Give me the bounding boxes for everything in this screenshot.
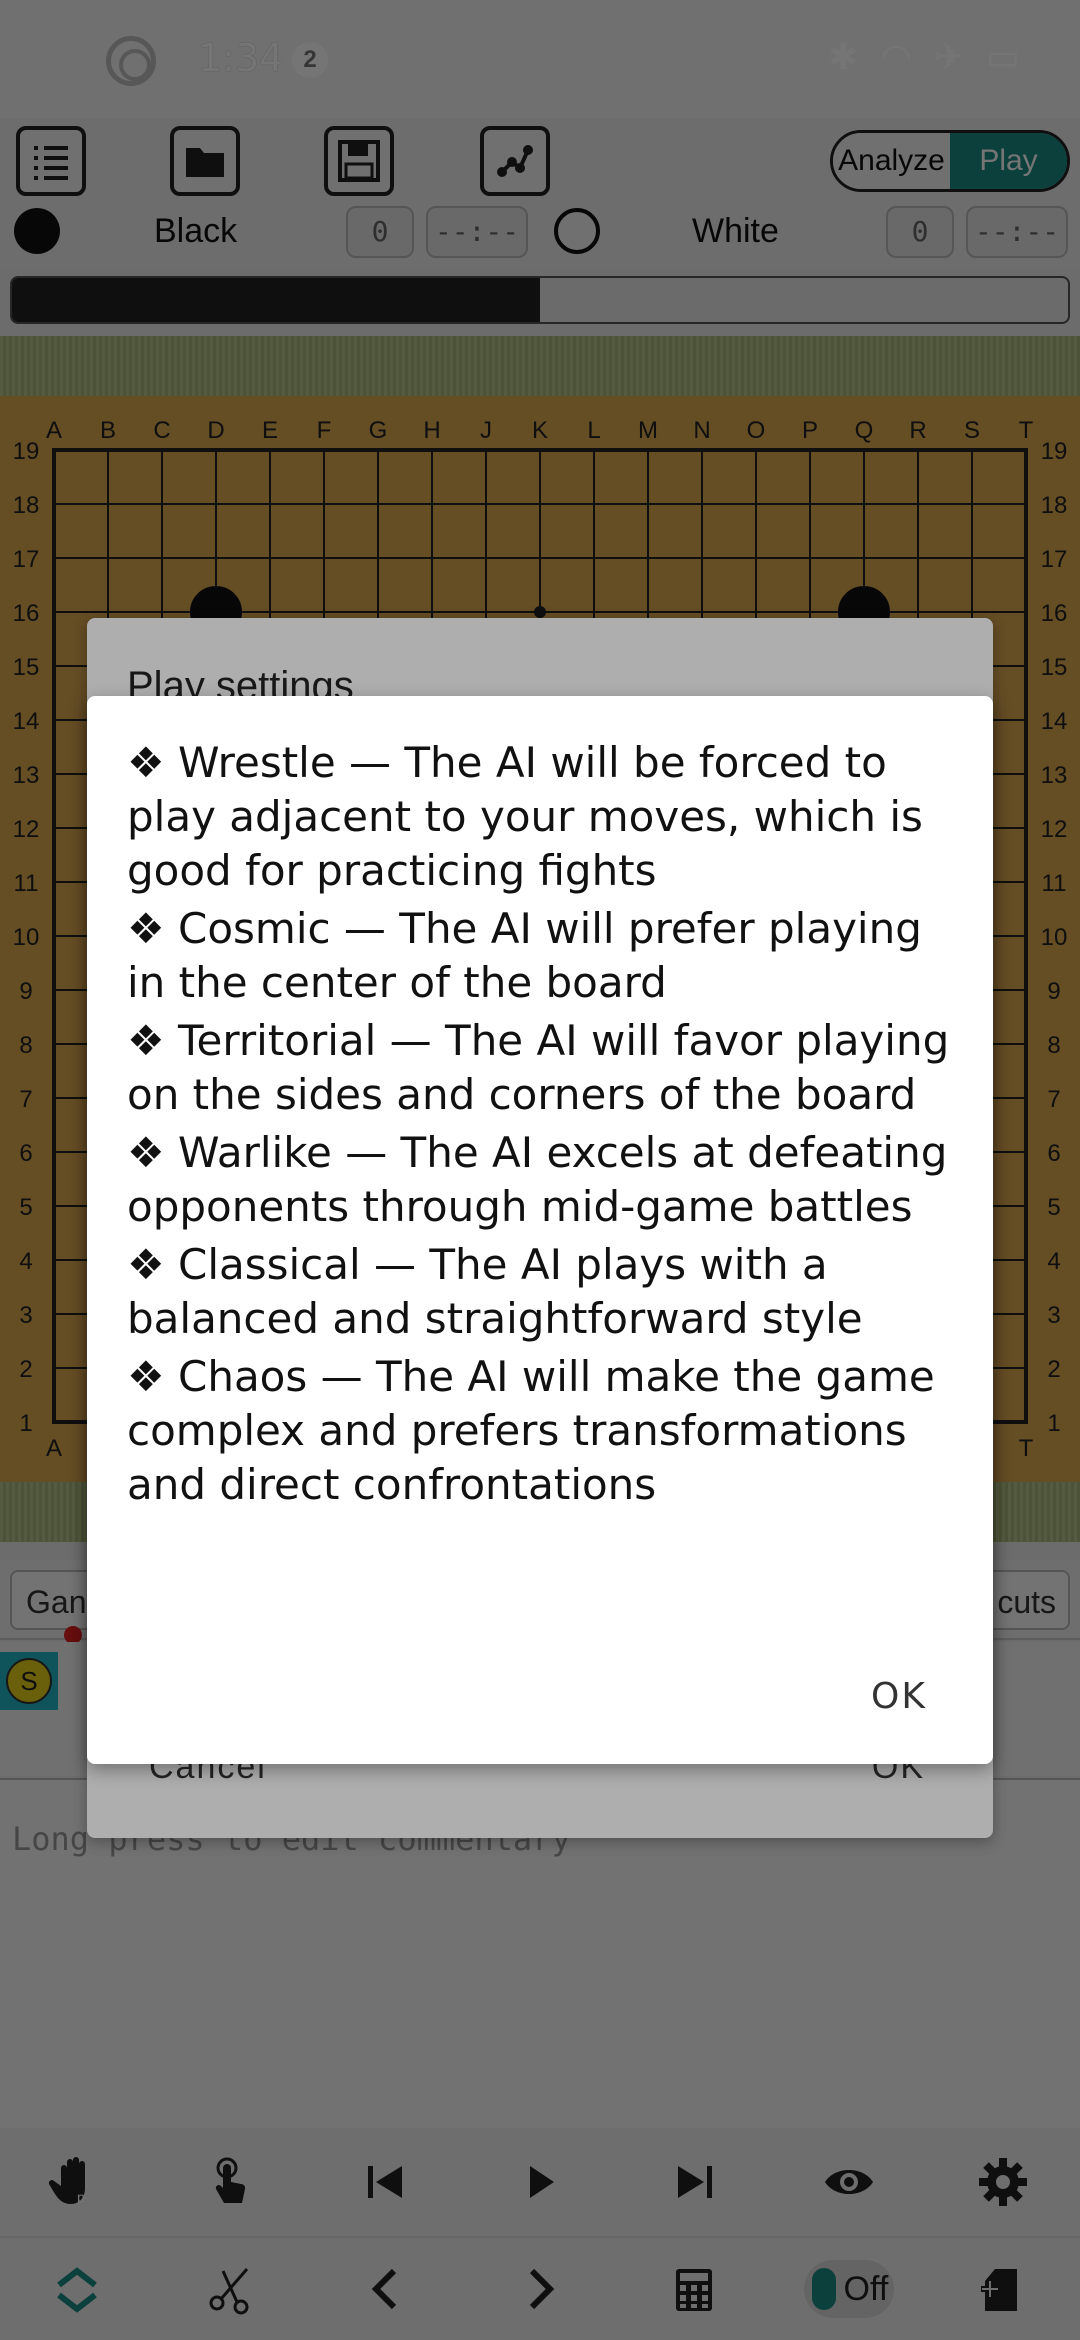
app-root: 1:34 2 ✱ ◠ ✈ ▭ Analyze Play Black 0 --:-…: [0, 0, 1080, 2340]
ai-style-item-territorial: ❖ Territorial — The AI will favor playin…: [127, 1016, 950, 1119]
ai-style-item-cosmic: ❖ Cosmic — The AI will prefer playing in…: [127, 904, 922, 1007]
ai-style-item-wrestle: ❖ Wrestle — The AI will be forced to pla…: [127, 738, 923, 895]
dialog-ok-button[interactable]: OK: [871, 1676, 927, 1717]
ai-style-info-dialog: ❖ Wrestle — The AI will be forced to pla…: [87, 696, 993, 1764]
ai-style-list: ❖ Wrestle — The AI will be forced to pla…: [127, 736, 957, 1516]
ai-style-item-classical: ❖ Classical — The AI plays with a balanc…: [127, 1240, 863, 1343]
ai-style-item-warlike: ❖ Warlike — The AI excels at defeating o…: [127, 1128, 948, 1231]
ai-style-item-chaos: ❖ Chaos — The AI will make the game comp…: [127, 1352, 935, 1509]
